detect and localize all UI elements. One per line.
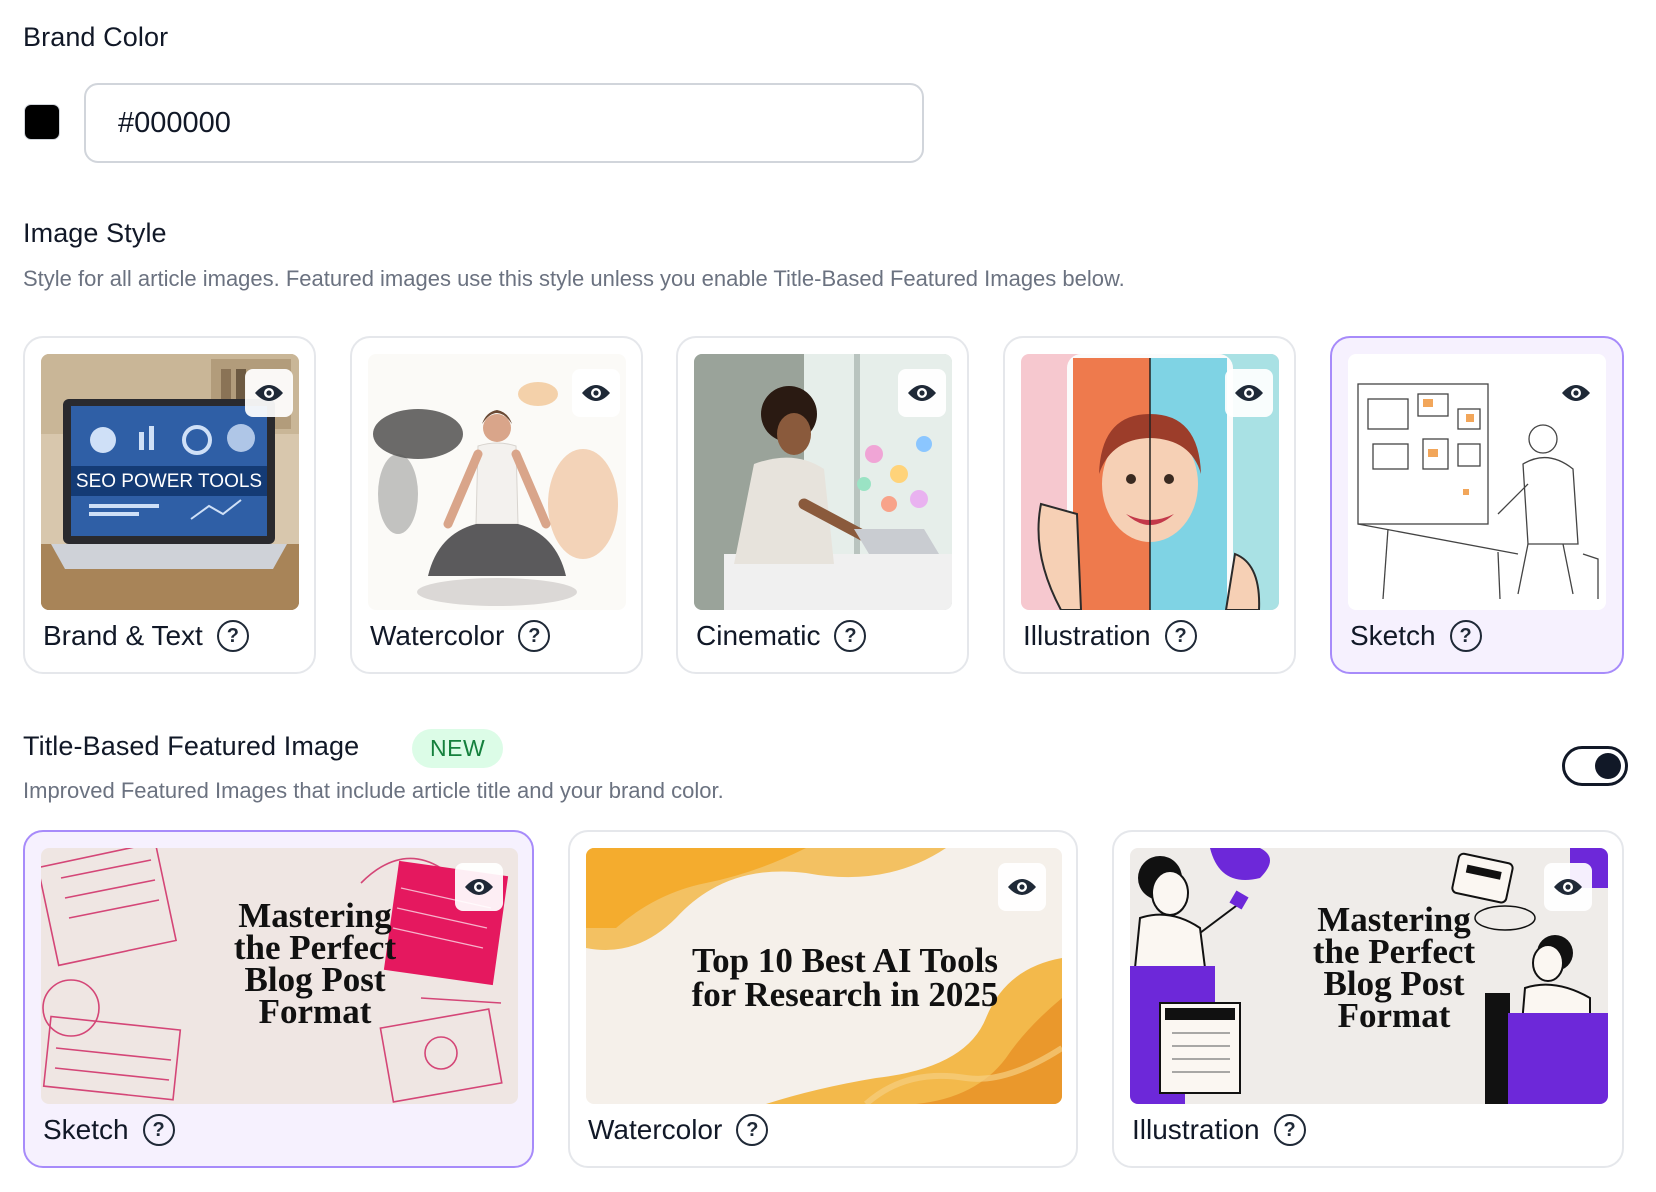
image-style-title: Image Style bbox=[23, 218, 167, 248]
help-icon[interactable]: ? bbox=[1273, 1114, 1306, 1146]
brand-color-input[interactable] bbox=[84, 83, 924, 163]
label-text: Watercolor bbox=[588, 1114, 723, 1145]
label-text: Sketch bbox=[1350, 620, 1436, 651]
eye-icon bbox=[1562, 385, 1590, 401]
featured-card-label: Watercolor ? bbox=[588, 1114, 769, 1146]
thumb-text: SEO POWER TOOLS bbox=[76, 471, 262, 492]
preview-button[interactable] bbox=[1225, 369, 1273, 417]
help-icon[interactable]: ? bbox=[1449, 620, 1482, 652]
label-text: Watercolor bbox=[370, 620, 505, 651]
featured-card-illustration[interactable]: Mastering the Perfect Blog Post Format I… bbox=[1112, 830, 1624, 1168]
title-based-toggle[interactable] bbox=[1562, 746, 1628, 786]
featured-card-sketch[interactable]: Mastering the Perfect Blog Post Format S… bbox=[23, 830, 534, 1168]
preview-button[interactable] bbox=[898, 369, 946, 417]
brand-color-title: Brand Color bbox=[23, 22, 169, 52]
featured-thumb-title: Top 10 Best AI Tools for Research in 202… bbox=[610, 941, 1080, 1014]
image-style-description: Style for all article images. Featured i… bbox=[23, 266, 1125, 291]
thumb-title-line: Top 10 Best AI Tools bbox=[691, 941, 999, 980]
preview-button[interactable] bbox=[245, 369, 293, 417]
style-card-label: Illustration ? bbox=[1023, 620, 1197, 652]
label-text: Sketch bbox=[43, 1114, 129, 1145]
help-icon[interactable]: ? bbox=[736, 1114, 769, 1146]
title-based-title: Title-Based Featured Image bbox=[23, 731, 360, 761]
preview-button[interactable] bbox=[455, 863, 503, 911]
title-based-description: Improved Featured Images that include ar… bbox=[23, 778, 724, 803]
eye-icon bbox=[465, 879, 493, 895]
style-card-label: Cinematic ? bbox=[696, 620, 867, 652]
label-text: Brand & Text bbox=[43, 620, 203, 651]
style-card-brand-text[interactable]: SEO POWER TOOLS Brand & Text ? bbox=[23, 336, 316, 674]
featured-thumb-title: Mastering the Perfect Blog Post Format bbox=[1254, 902, 1534, 1035]
help-icon[interactable]: ? bbox=[834, 620, 867, 652]
thumb-title-line: for Research in 2025 bbox=[691, 975, 999, 1014]
style-card-sketch[interactable]: Sketch ? bbox=[1330, 336, 1624, 674]
preview-button[interactable] bbox=[998, 863, 1046, 911]
eye-icon bbox=[255, 385, 283, 401]
style-card-label: Watercolor ? bbox=[370, 620, 551, 652]
new-badge: NEW bbox=[412, 729, 504, 768]
color-swatch[interactable] bbox=[24, 104, 60, 140]
style-card-illustration[interactable]: Illustration ? bbox=[1003, 336, 1296, 674]
featured-thumb-title: Mastering the Perfect Blog Post Format bbox=[175, 898, 455, 1031]
eye-icon bbox=[582, 385, 610, 401]
featured-card-label: Illustration ? bbox=[1132, 1114, 1306, 1146]
help-icon[interactable]: ? bbox=[518, 620, 551, 652]
preview-button[interactable] bbox=[572, 369, 620, 417]
style-card-label: Sketch ? bbox=[1350, 620, 1482, 652]
eye-icon bbox=[1554, 879, 1582, 895]
preview-button[interactable] bbox=[1552, 369, 1600, 417]
preview-button[interactable] bbox=[1544, 863, 1592, 911]
eye-icon bbox=[1008, 879, 1036, 895]
help-icon[interactable]: ? bbox=[216, 620, 249, 652]
label-text: Cinematic bbox=[696, 620, 821, 651]
help-icon[interactable]: ? bbox=[142, 1114, 175, 1146]
eye-icon bbox=[1235, 385, 1263, 401]
style-card-cinematic[interactable]: Cinematic ? bbox=[676, 336, 969, 674]
help-icon[interactable]: ? bbox=[1164, 620, 1197, 652]
label-text: Illustration bbox=[1023, 620, 1151, 651]
featured-card-watercolor[interactable]: Top 10 Best AI Tools for Research in 202… bbox=[568, 830, 1078, 1168]
thumb-title-line: Format bbox=[258, 992, 372, 1031]
style-card-label: Brand & Text ? bbox=[43, 620, 249, 652]
featured-card-label: Sketch ? bbox=[43, 1114, 175, 1146]
eye-icon bbox=[908, 385, 936, 401]
label-text: Illustration bbox=[1132, 1114, 1260, 1145]
thumb-title-line: Format bbox=[1337, 996, 1451, 1035]
style-card-watercolor[interactable]: Watercolor ? bbox=[350, 336, 643, 674]
toggle-knob bbox=[1595, 753, 1621, 779]
